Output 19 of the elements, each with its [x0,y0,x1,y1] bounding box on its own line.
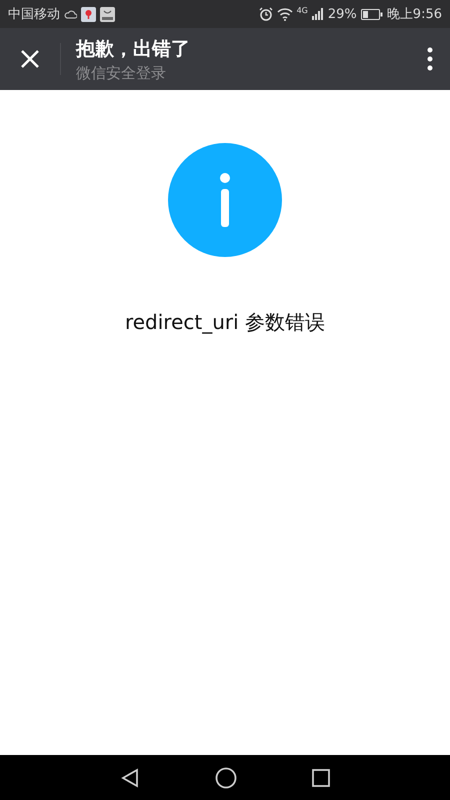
page-title: 抱歉，出错了 [76,36,191,62]
network-type: 4G [296,6,308,15]
battery-icon [360,8,383,20]
error-message: redirect_uri 参数错误 [124,309,326,336]
alarm-icon [258,7,273,21]
signal-icon [312,8,324,20]
battery-percent: 29% [328,6,357,22]
wifi-icon [276,8,293,20]
recents-button[interactable] [312,768,330,786]
more-icon [427,47,433,71]
cloud-icon [64,9,77,19]
info-icon [168,143,282,257]
page-subtitle: 微信安全登录 [76,64,167,82]
clock-time: 晚上9:56 [386,6,442,23]
close-icon [20,49,40,69]
map-icon [81,6,96,22]
carrier-name: 中国移动 [8,6,60,23]
home-button[interactable] [215,766,237,788]
back-button[interactable] [120,768,140,788]
